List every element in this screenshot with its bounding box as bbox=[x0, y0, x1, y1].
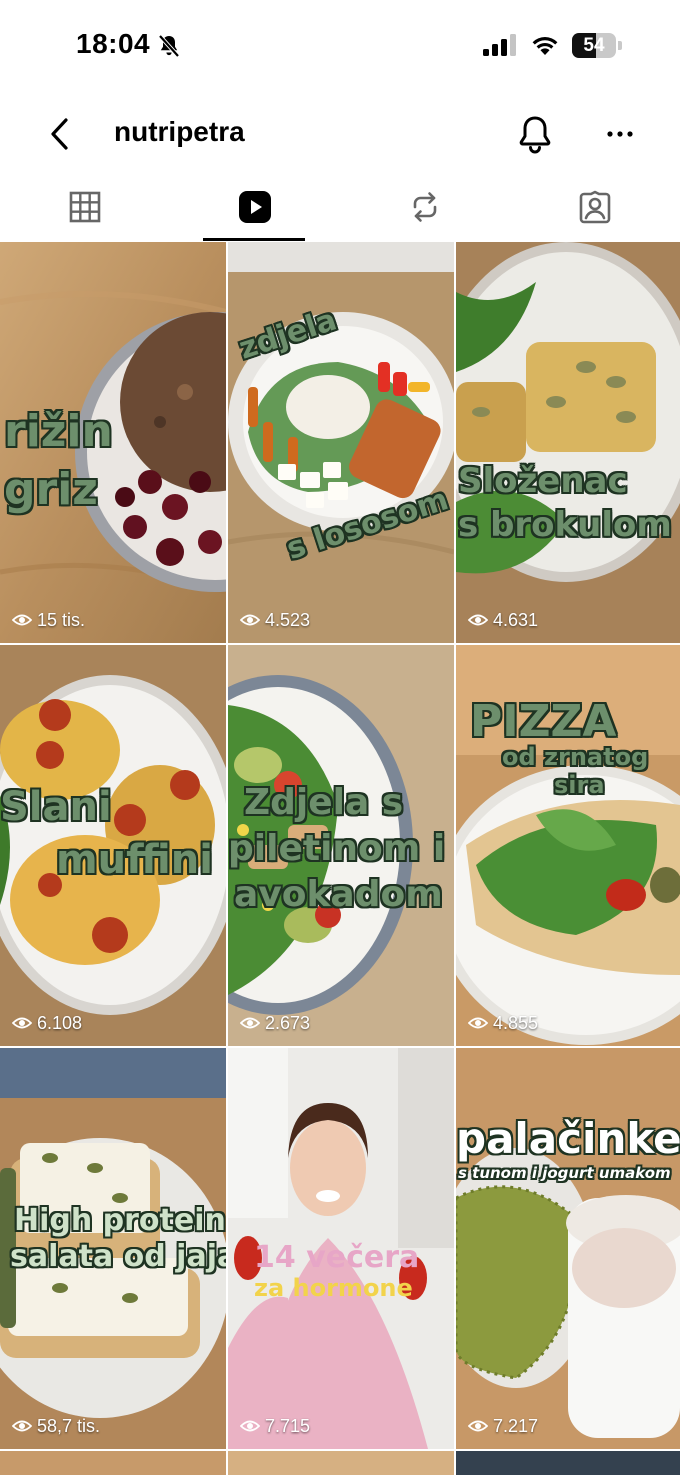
view-count-value: 7.715 bbox=[265, 1415, 311, 1436]
reel-thumbnail bbox=[228, 242, 454, 643]
repost-icon bbox=[413, 192, 437, 222]
battery-level: 54 bbox=[583, 35, 605, 56]
view-count: 58,7 tis. bbox=[12, 1415, 100, 1437]
reel-title: piletinom i bbox=[228, 828, 446, 869]
view-count-value: 6.108 bbox=[37, 1012, 83, 1033]
view-count: 2.673 bbox=[240, 1012, 310, 1034]
eye-icon bbox=[240, 1017, 260, 1029]
tagged-person-icon bbox=[579, 190, 611, 224]
bell-icon[interactable] bbox=[514, 112, 556, 156]
reel-title: avokadom bbox=[234, 874, 443, 915]
reel-tile[interactable]: High protein salata od jaja 58,7 tis. bbox=[0, 1048, 226, 1449]
eye-icon bbox=[12, 1017, 32, 1029]
status-bar: 18:04 54 bbox=[0, 0, 680, 92]
signal-icon bbox=[483, 34, 516, 56]
reel-thumbnail bbox=[456, 1048, 680, 1449]
reel-tile[interactable]: Slani muffini 6.108 bbox=[0, 645, 226, 1046]
eye-icon bbox=[240, 1420, 260, 1432]
view-count-value: 2.673 bbox=[265, 1012, 311, 1033]
battery-body: 54 bbox=[572, 33, 616, 58]
reels-grid: rižin griz 15 tis. zdjela s lososom 4.52… bbox=[0, 242, 680, 1475]
reel-title: sira bbox=[554, 771, 605, 799]
eye-icon bbox=[12, 614, 32, 626]
chevron-left-icon[interactable] bbox=[40, 112, 80, 156]
view-count: 15 tis. bbox=[12, 609, 85, 631]
reel-tile-partial[interactable] bbox=[228, 1451, 454, 1475]
grid-icon bbox=[69, 191, 101, 223]
reel-tile-partial[interactable] bbox=[0, 1451, 226, 1475]
reel-title: za hormone bbox=[254, 1274, 413, 1302]
battery-cap bbox=[618, 41, 622, 50]
view-count: 4.523 bbox=[240, 609, 310, 631]
status-time: 18:04 bbox=[76, 28, 151, 59]
eye-icon bbox=[468, 614, 488, 626]
tab-tagged[interactable] bbox=[510, 176, 680, 242]
view-count-value: 4.523 bbox=[265, 609, 311, 630]
reel-title: Zdjela s bbox=[244, 782, 404, 823]
reel-title: muffini bbox=[56, 837, 213, 883]
view-count: 4.855 bbox=[468, 1012, 538, 1034]
view-count: 4.631 bbox=[468, 609, 538, 631]
view-count: 6.108 bbox=[12, 1012, 82, 1034]
reel-title: palačinke bbox=[456, 1114, 680, 1163]
view-count-value: 15 tis. bbox=[37, 609, 86, 630]
view-count-value: 58,7 tis. bbox=[37, 1415, 101, 1436]
view-count: 7.217 bbox=[468, 1415, 538, 1437]
reel-tile[interactable]: Složenac s brokulom 4.631 bbox=[456, 242, 680, 643]
reel-title: rižin bbox=[4, 406, 113, 457]
reel-tile[interactable]: palačinke s tunom i jogurt umakom 7.217 bbox=[456, 1048, 680, 1449]
reel-title: High protein bbox=[14, 1203, 226, 1238]
tab-grid[interactable] bbox=[0, 176, 170, 242]
reel-thumbnail bbox=[456, 242, 680, 643]
battery-icon: 54 bbox=[572, 33, 622, 58]
reel-title: griz bbox=[4, 464, 98, 515]
eye-icon bbox=[12, 1420, 32, 1432]
active-tab-indicator bbox=[203, 238, 305, 241]
reels-icon bbox=[239, 191, 271, 223]
reel-tile-partial[interactable] bbox=[456, 1451, 680, 1475]
eye-icon bbox=[240, 614, 260, 626]
reel-title: Složenac bbox=[458, 461, 628, 501]
view-count: 7.715 bbox=[240, 1415, 310, 1437]
wifi-icon bbox=[532, 37, 558, 55]
eye-icon bbox=[468, 1420, 488, 1432]
reel-title: od zrnatog bbox=[502, 743, 649, 771]
reel-title: salata od jaja bbox=[10, 1239, 226, 1274]
profile-tabs bbox=[0, 176, 680, 242]
reel-title: 14 večera bbox=[254, 1240, 420, 1275]
profile-username: nutripetra bbox=[114, 116, 245, 147]
reel-tile[interactable]: zdjela s lososom 4.523 bbox=[228, 242, 454, 643]
tab-reels[interactable] bbox=[170, 176, 340, 242]
reel-tile[interactable]: Zdjela s piletinom i avokadom 2.673 bbox=[228, 645, 454, 1046]
eye-icon bbox=[468, 1017, 488, 1029]
view-count-value: 4.631 bbox=[493, 609, 539, 630]
reel-title: s tunom i jogurt umakom bbox=[458, 1164, 671, 1182]
reel-title: s brokulom bbox=[458, 505, 672, 545]
bell-slash-icon bbox=[158, 34, 180, 58]
reel-title: Slani bbox=[0, 784, 112, 830]
reel-title: PIZZA bbox=[470, 696, 617, 747]
reel-tile[interactable]: 14 večera za hormone 7.715 bbox=[228, 1048, 454, 1449]
more-dots-icon[interactable] bbox=[600, 114, 640, 154]
view-count-value: 4.855 bbox=[493, 1012, 539, 1033]
profile-header: nutripetra bbox=[0, 92, 680, 176]
reel-tile[interactable]: PIZZA od zrnatog sira 4.855 bbox=[456, 645, 680, 1046]
view-count-value: 7.217 bbox=[493, 1415, 539, 1436]
tab-reposts[interactable] bbox=[340, 176, 510, 242]
reel-tile[interactable]: rižin griz 15 tis. bbox=[0, 242, 226, 643]
